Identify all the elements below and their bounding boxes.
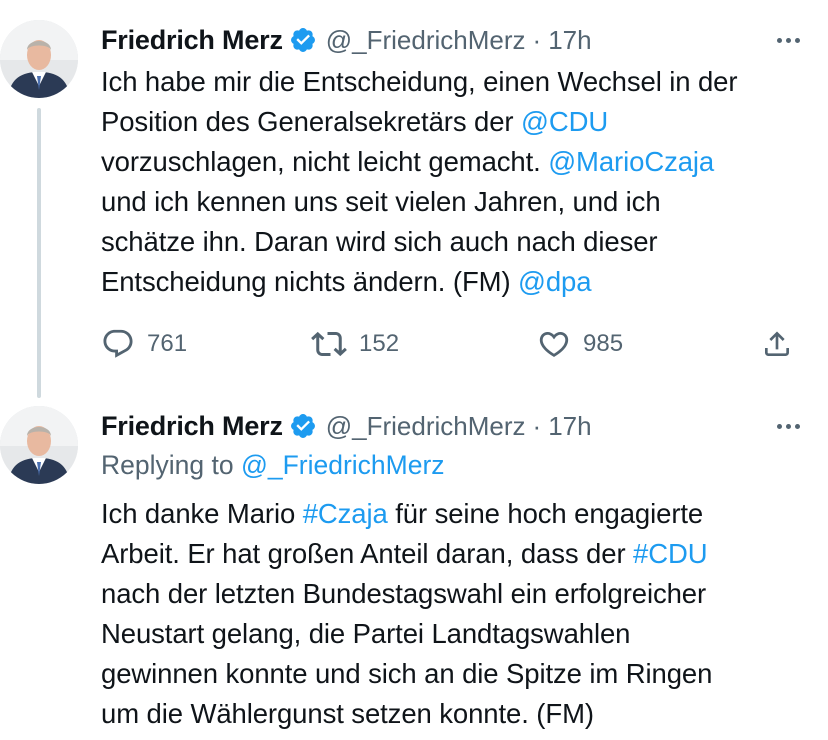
avatar-photo-icon	[0, 20, 78, 98]
text-line: Position des Generalsekretärs der @CDU	[101, 106, 609, 137]
hashtag-link[interactable]: #CDU	[633, 538, 708, 569]
more-icon[interactable]	[777, 20, 800, 60]
tweet-1[interactable]: Friedrich Merz @_FriedrichMerz · 17h Ich…	[0, 0, 828, 400]
author-name[interactable]: Friedrich Merz	[101, 411, 283, 442]
timestamp[interactable]: 17h	[548, 25, 591, 56]
thread-line	[37, 108, 41, 398]
text-line: vorzuschlagen, nicht leicht gemacht. @Ma…	[101, 146, 715, 177]
text-line: Ich danke Mario #Czaja für seine hoch en…	[101, 498, 704, 529]
like-count: 985	[583, 330, 624, 357]
separator-dot: ·	[532, 410, 542, 441]
verified-badge-icon	[289, 26, 317, 54]
tweet-header: Friedrich Merz @_FriedrichMerz · 17h	[101, 406, 592, 446]
text-line: schätze ihn. Daran wird sich auch nach d…	[101, 226, 658, 257]
share-icon	[765, 331, 789, 356]
share-button[interactable]	[761, 324, 793, 364]
hashtag-link[interactable]: #Czaja	[303, 498, 388, 529]
tweet-2[interactable]: Friedrich Merz @_FriedrichMerz · 17h Rep…	[0, 400, 828, 740]
reply-count: 761	[147, 330, 188, 357]
timestamp[interactable]: 17h	[548, 411, 591, 442]
author-name[interactable]: Friedrich Merz	[101, 25, 283, 56]
avatar[interactable]	[0, 20, 78, 98]
avatar-photo-icon	[0, 406, 78, 484]
more-icon[interactable]	[777, 406, 800, 446]
retweet-button[interactable]: 152	[311, 324, 399, 364]
retweet-count: 152	[359, 330, 400, 357]
replying-to-link[interactable]: @_FriedrichMerz	[241, 450, 445, 480]
verified-badge-icon	[289, 412, 317, 440]
tweet-text: Ich danke Mario #Czaja für seine hoch en…	[101, 494, 801, 734]
avatar[interactable]	[0, 406, 78, 484]
text-line: Ich habe mir die Entscheidung, einen Wec…	[101, 66, 738, 97]
text-line: Entscheidung nichts ändern. (FM) @dpa	[101, 266, 592, 297]
text-line: und ich kennen uns seit vielen Jahren, u…	[101, 186, 661, 217]
replying-to-label: Replying to	[101, 450, 241, 480]
tweet-actions: 761 152 985	[101, 324, 801, 364]
author-handle[interactable]: @_FriedrichMerz	[326, 25, 526, 56]
tweet-text: Ich habe mir die Entscheidung, einen Wec…	[101, 62, 801, 302]
reply-icon	[103, 329, 133, 358]
retweet-icon	[311, 331, 347, 357]
reply-button[interactable]: 761	[101, 324, 187, 364]
text-line: nach der letzten Bundestagswahl ein erfo…	[101, 578, 707, 609]
heart-icon	[539, 331, 569, 357]
author-handle[interactable]: @_FriedrichMerz	[326, 411, 526, 442]
text-line: Neustart gelang, die Partei Landtagswahl…	[101, 618, 631, 649]
mention-link[interactable]: @dpa	[518, 266, 592, 297]
mention-link[interactable]: @CDU	[521, 106, 608, 137]
replying-to: Replying to @_FriedrichMerz	[101, 450, 445, 481]
like-button[interactable]: 985	[537, 324, 623, 364]
text-line: gewinnen konnte und sich an die Spitze i…	[101, 658, 713, 689]
separator-dot: ·	[532, 24, 542, 55]
text-line: Arbeit. Er hat großen Anteil daran, dass…	[101, 538, 708, 569]
tweet-header: Friedrich Merz @_FriedrichMerz · 17h	[101, 20, 592, 60]
mention-link[interactable]: @MarioCzaja	[548, 146, 714, 177]
text-line: um die Wählergunst setzen konnte. (FM)	[101, 698, 594, 729]
